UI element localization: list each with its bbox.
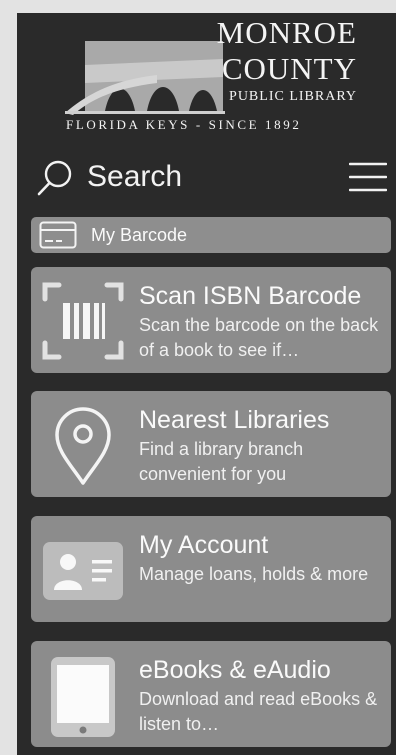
card-description: Download and read eBooks & listen to…: [139, 689, 378, 734]
location-pin-icon: [55, 407, 111, 485]
id-card-icon: [39, 221, 77, 249]
hamburger-menu-icon[interactable]: [349, 161, 387, 193]
card-description: Find a library branch convenient for you: [139, 439, 304, 484]
barcode-scan-icon: [42, 282, 124, 360]
card-description: Manage loans, holds & more: [139, 564, 369, 584]
search-label[interactable]: Search: [87, 160, 182, 194]
app-screen: MONROE COUNTY PUBLIC LIBRARY FLORIDA KEY…: [17, 13, 396, 755]
account-card-icon: [43, 542, 123, 600]
ebooks-eaudio-card[interactable]: eBooks & eAudio Download and read eBooks…: [31, 641, 391, 747]
card-title: My Account: [139, 531, 269, 559]
my-account-card[interactable]: My Account Manage loans, holds & more: [31, 516, 391, 622]
search-icon[interactable]: [37, 158, 75, 196]
logo-text-county: COUNTY: [221, 51, 357, 86]
my-barcode-button[interactable]: My Barcode: [31, 217, 391, 253]
logo-text-monroe: MONROE: [216, 15, 357, 50]
card-description: Scan the barcode on the back of a book t…: [139, 315, 379, 360]
tablet-icon: [51, 657, 115, 737]
scan-isbn-card[interactable]: Scan ISBN Barcode Scan the barcode on th…: [31, 267, 391, 373]
logo-text-public-library: PUBLIC LIBRARY: [229, 89, 357, 104]
card-title: eBooks & eAudio: [139, 656, 331, 684]
logo-tagline: FLORIDA KEYS - SINCE 1892: [66, 117, 302, 132]
nearest-libraries-card[interactable]: Nearest Libraries Find a library branch …: [31, 391, 391, 497]
my-barcode-label: My Barcode: [91, 224, 188, 245]
bridge-logo-icon: [65, 41, 225, 115]
card-title: Nearest Libraries: [139, 406, 330, 434]
library-logo: MONROE COUNTY PUBLIC LIBRARY FLORIDA KEY…: [17, 13, 396, 143]
card-title: Scan ISBN Barcode: [139, 282, 362, 310]
search-row: Search: [37, 153, 387, 201]
